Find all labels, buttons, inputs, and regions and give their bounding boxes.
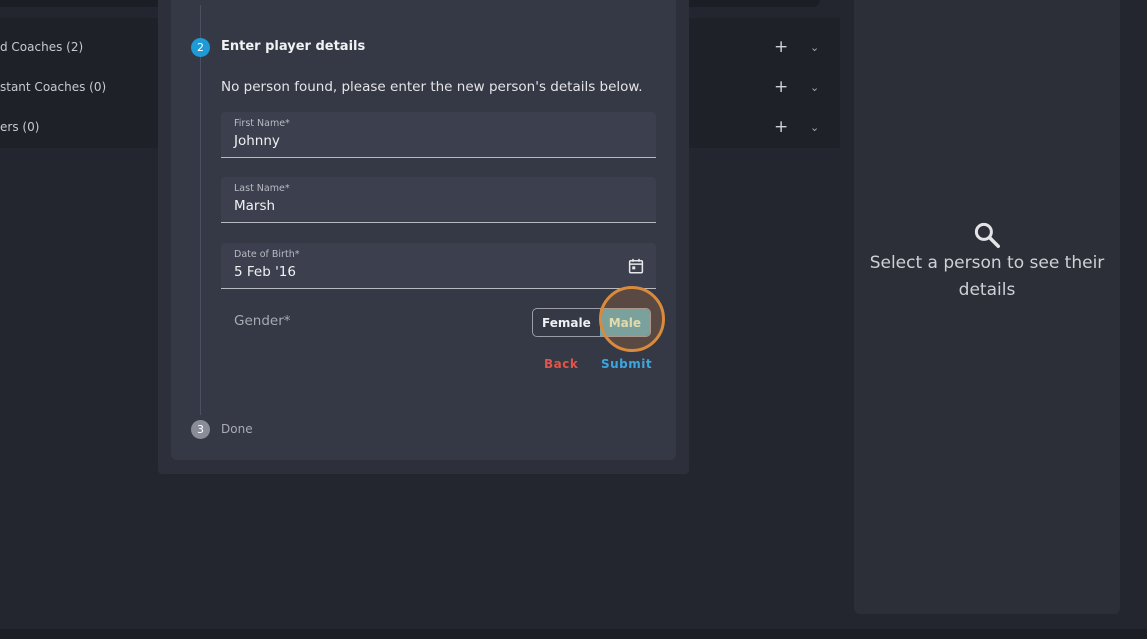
chevron-down-icon[interactable]: ⌄ xyxy=(810,122,819,133)
first-name-field[interactable]: First Name* Johnny xyxy=(221,112,656,158)
add-icon[interactable]: + xyxy=(774,118,788,136)
bottom-bar xyxy=(0,629,1147,639)
back-button[interactable]: Back xyxy=(544,357,578,371)
add-icon[interactable]: + xyxy=(774,38,788,56)
add-icon[interactable]: + xyxy=(774,78,788,96)
search-icon xyxy=(974,222,1000,248)
role-row-label: ers (0) xyxy=(0,120,40,134)
gender-option-female[interactable]: Female xyxy=(533,309,600,336)
click-highlight-ring xyxy=(599,286,665,352)
submit-button[interactable]: Submit xyxy=(601,357,652,371)
chevron-down-icon[interactable]: ⌄ xyxy=(810,82,819,93)
step-2-title: Enter player details xyxy=(221,39,366,54)
stepper-card: 2 Enter player details No person found, … xyxy=(171,0,676,460)
last-name-input[interactable]: Marsh xyxy=(234,198,614,214)
date-of-birth-field[interactable]: Date of Birth* 5 Feb '16 xyxy=(221,243,656,289)
step-3-indicator: 3 xyxy=(191,420,210,439)
calendar-icon[interactable] xyxy=(627,257,645,275)
role-row-label: d Coaches (2) xyxy=(0,40,84,54)
step-3-title: Done xyxy=(221,422,253,436)
chevron-down-icon[interactable]: ⌄ xyxy=(810,42,819,53)
no-person-found-message: No person found, please enter the new pe… xyxy=(221,79,643,95)
empty-detail-message: Select a person to see their details xyxy=(869,253,1105,300)
person-detail-panel: Select a person to see their details xyxy=(854,0,1120,614)
step-2-indicator: 2 xyxy=(191,38,210,57)
first-name-label: First Name* xyxy=(234,118,290,129)
last-name-field[interactable]: Last Name* Marsh xyxy=(221,177,656,223)
last-name-label: Last Name* xyxy=(234,183,290,194)
first-name-input[interactable]: Johnny xyxy=(234,133,614,149)
stepper-line xyxy=(200,5,201,415)
add-person-modal: 2 Enter player details No person found, … xyxy=(158,0,689,474)
role-row-label: stant Coaches (0) xyxy=(0,80,107,94)
gender-label: Gender* xyxy=(234,313,291,329)
date-of-birth-label: Date of Birth* xyxy=(234,249,300,260)
date-of-birth-input[interactable]: 5 Feb '16 xyxy=(234,264,614,280)
